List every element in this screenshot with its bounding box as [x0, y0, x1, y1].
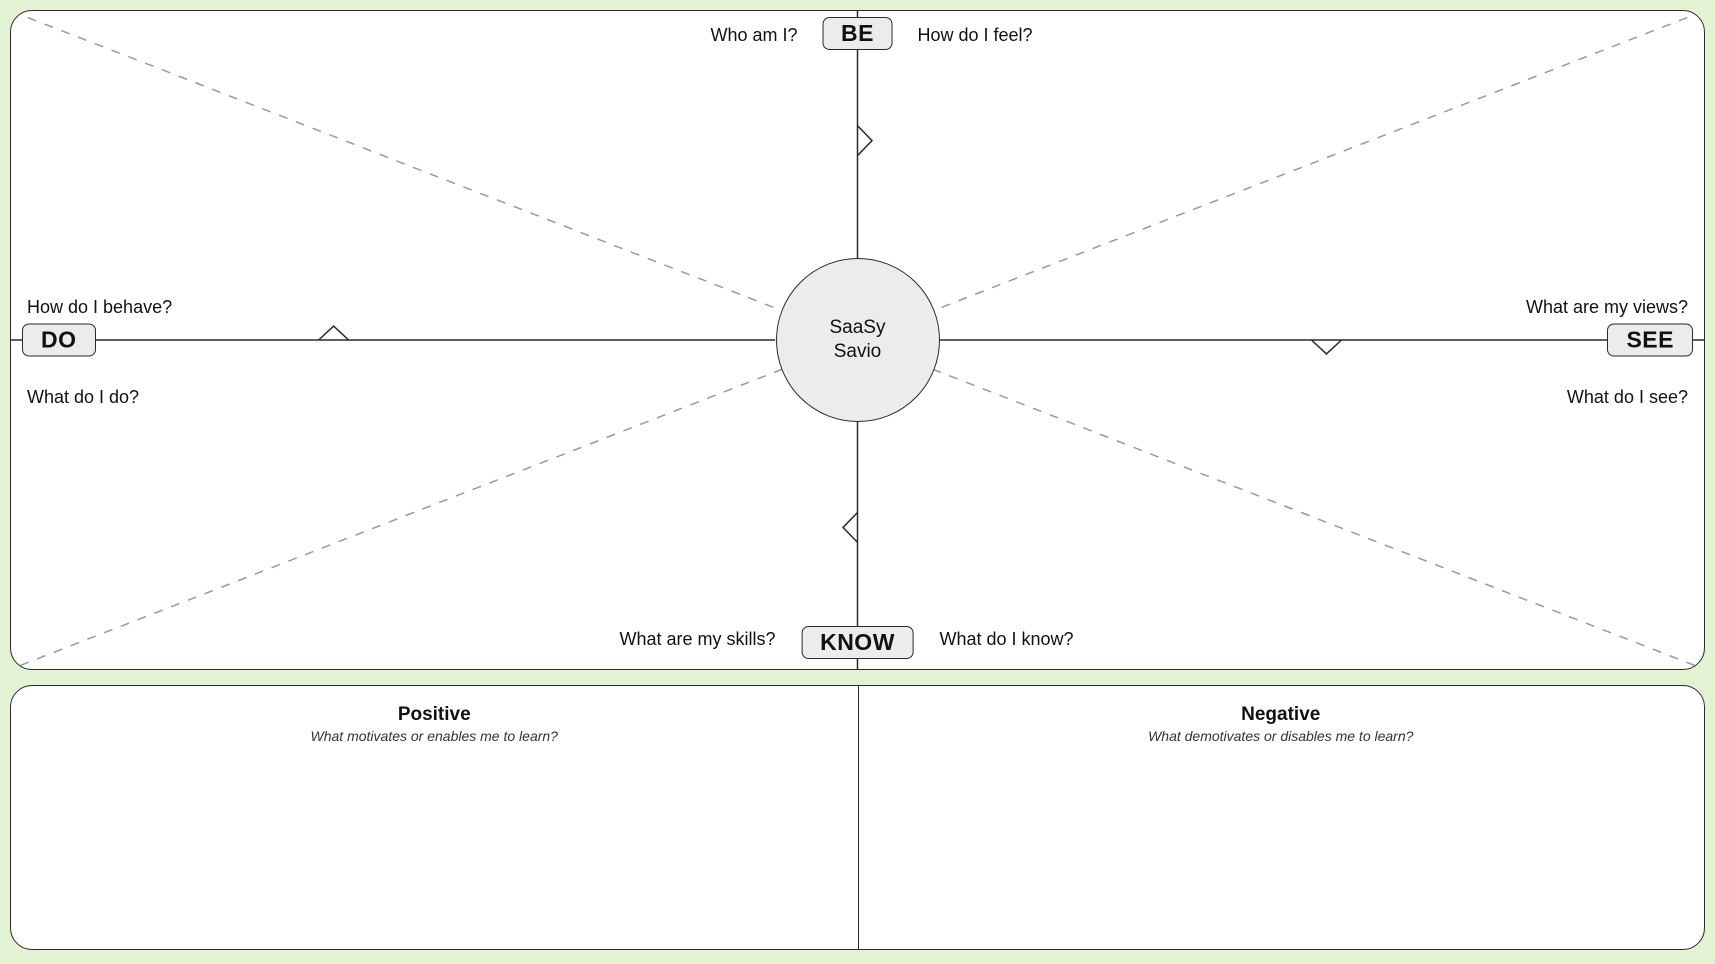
question-be-left: Who am I?	[710, 25, 797, 46]
negative-column: Negative What demotivates or disables me…	[858, 704, 1705, 744]
question-do-top: How do I behave?	[27, 297, 172, 318]
positive-subtitle: What motivates or enables me to learn?	[11, 728, 858, 744]
question-see-top: What are my views?	[1526, 297, 1688, 318]
question-know-left: What are my skills?	[619, 629, 775, 650]
question-know-right: What do I know?	[940, 629, 1074, 650]
axis-label-see: SEE	[1607, 324, 1693, 357]
positive-column: Positive What motivates or enables me to…	[11, 704, 858, 744]
main-diagram-panel: SaaSy Savio BE Who am I? How do I feel? …	[10, 10, 1705, 670]
question-do-bottom: What do I do?	[27, 387, 139, 408]
question-see-bottom: What do I see?	[1567, 387, 1688, 408]
center-persona-circle: SaaSy Savio	[776, 258, 940, 422]
axis-label-know: KNOW	[801, 626, 914, 659]
bottom-panel: Positive What motivates or enables me to…	[10, 685, 1705, 950]
center-line1: SaaSy	[830, 317, 886, 338]
axis-label-be: BE	[822, 17, 893, 50]
negative-subtitle: What demotivates or disables me to learn…	[858, 728, 1705, 744]
positive-title: Positive	[11, 704, 858, 726]
center-line2: Savio	[834, 341, 882, 362]
negative-title: Negative	[858, 704, 1705, 726]
question-be-right: How do I feel?	[918, 25, 1033, 46]
axis-label-do: DO	[22, 324, 96, 357]
